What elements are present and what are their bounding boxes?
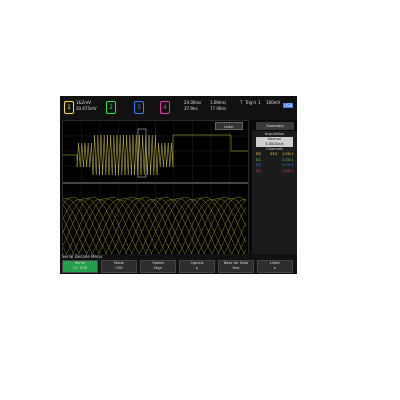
softkey-lister[interactable]: Lister ▸ <box>257 260 293 273</box>
waveform-svg <box>62 121 248 274</box>
summary-panel: Acquisition Normal 5.00GSa/s Channels DC… <box>252 131 297 254</box>
trigger-source: 1 <box>258 100 261 105</box>
zoom-scale: 1.00ms/ <box>210 100 227 105</box>
softkey-speed[interactable]: Speed High <box>140 260 176 273</box>
timebase-delay: 37.9ns <box>184 106 198 111</box>
status-bar: 1 1&2mV 20.675mV 2 3 4 24.00ns/ 37.9ns 1… <box>60 96 297 120</box>
softkey-signals[interactable]: Signals ▸ <box>179 260 215 273</box>
summary-tab[interactable]: Summary <box>256 122 294 130</box>
softkey-mode[interactable]: Mode USB <box>101 260 137 273</box>
softkey-serial[interactable]: Serial S1: USB <box>62 260 98 273</box>
channel-row-4: DC 1.00:1 <box>256 168 294 173</box>
trigger-level: 100mV <box>266 100 281 105</box>
timebase-scale: 24.00ns/ <box>184 100 202 105</box>
trigger-icon: T <box>240 100 243 105</box>
channel-3-indicator[interactable]: 3 <box>134 101 144 114</box>
channel-2-indicator[interactable]: 2 <box>106 101 116 114</box>
channel-1-indicator[interactable]: 1 <box>64 101 74 114</box>
softkey-base-for-data[interactable]: Base for Data Hex <box>218 260 254 273</box>
trigger-status: Trig'd <box>245 100 256 105</box>
usb-icon: USB <box>283 103 294 108</box>
oscilloscope-screen: 1 1&2mV 20.675mV 2 3 4 24.00ns/ 37.9ns 1… <box>60 96 297 274</box>
lister-button[interactable]: Lister <box>215 122 243 130</box>
zoom-delay: 77.00ns <box>210 106 227 111</box>
waveform-display[interactable] <box>62 120 249 274</box>
channel-1-offset: 20.675mV <box>76 106 97 111</box>
menu-title: Serial Decode Menu <box>62 254 103 259</box>
channel-1-scale: 1&2mV <box>76 100 91 105</box>
channel-4-indicator[interactable]: 4 <box>160 101 170 114</box>
